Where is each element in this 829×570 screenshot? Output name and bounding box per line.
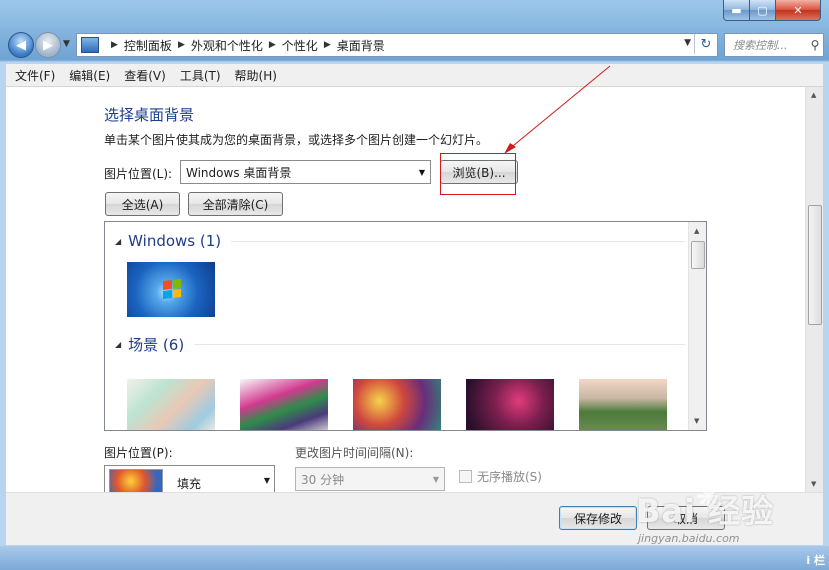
picture-position-value: 填充 [177, 477, 202, 491]
scroll-down-icon[interactable]: ▼ [811, 480, 816, 488]
close-button[interactable]: ✕ [776, 0, 821, 21]
wallpaper-thumbnail-scene-2[interactable] [240, 379, 328, 430]
group-header-scenes[interactable]: ◢ 场景 (6) [115, 334, 685, 355]
search-icon[interactable]: ⚲ [807, 38, 823, 52]
breadcrumb-separator-icon[interactable]: ▶ [111, 40, 118, 50]
scroll-up-icon[interactable]: ▲ [694, 227, 699, 235]
navigation-bar: ◀ ▶ ▼ ▶ 控制面板 ▶ 外观和个性化 ▶ 个性化 ▶ 桌面背景 ▼ ↻ 搜… [6, 30, 824, 60]
gallery-scrollbar[interactable]: ▲ ▼ [688, 222, 706, 430]
scroll-down-icon[interactable]: ▼ [694, 417, 699, 425]
group-divider [231, 240, 685, 242]
wallpaper-thumbnail-scene-5[interactable] [579, 379, 667, 430]
maximize-button[interactable]: ▢ [750, 0, 776, 21]
page-description: 单击某个图片使其成为您的桌面背景，或选择多个图片创建一个幻灯片。 [104, 133, 489, 147]
minimize-icon: ▬ [731, 3, 742, 17]
search-box[interactable]: 搜索控制... ⚲ [724, 33, 824, 57]
breadcrumb-personalization[interactable]: 个性化 [282, 37, 318, 54]
wallpaper-thumbnail-scene-1[interactable] [127, 379, 215, 430]
interval-value: 30 分钟 [301, 472, 345, 487]
annotation-highlight-box [440, 153, 516, 195]
checkbox-box[interactable] [459, 470, 472, 483]
chevron-down-icon: ▼ [418, 167, 425, 177]
breadcrumb-separator-icon[interactable]: ▶ [269, 40, 276, 50]
picture-position-label: 图片位置(P): [104, 446, 173, 460]
cancel-button[interactable]: 取消 [647, 506, 725, 530]
chevron-down-icon: ▼ [263, 476, 270, 485]
wallpaper-thumbnail-scene-4[interactable] [466, 379, 554, 430]
status-corner-text: i 栏 [806, 554, 825, 567]
menu-edit[interactable]: 编辑(E) [62, 67, 117, 84]
content-pane: 选择桌面背景 单击某个图片使其成为您的桌面背景，或选择多个图片创建一个幻灯片。 … [6, 87, 823, 494]
menu-help[interactable]: 帮助(H) [228, 67, 284, 84]
forward-arrow-icon: ▶ [43, 37, 53, 53]
picture-location-label: 图片位置(L): [104, 167, 173, 181]
interval-label: 更改图片时间间隔(N): [295, 446, 414, 460]
save-changes-button[interactable]: 保存修改 [559, 506, 637, 530]
breadcrumb-separator-icon[interactable]: ▶ [178, 40, 185, 50]
picture-location-select[interactable]: Windows 桌面背景 ▼ [180, 160, 431, 184]
menu-tools[interactable]: 工具(T) [173, 67, 228, 84]
collapse-triangle-icon[interactable]: ◢ [115, 340, 121, 349]
minimize-button[interactable]: ▬ [723, 0, 750, 21]
content-scroll-thumb[interactable] [808, 205, 822, 325]
forward-button[interactable]: ▶ [35, 32, 61, 58]
menu-bar: 文件(F) 编辑(E) 查看(V) 工具(T) 帮助(H) [6, 64, 823, 87]
chevron-down-icon: ▼ [432, 474, 439, 484]
breadcrumb-control-panel[interactable]: 控制面板 [124, 37, 172, 54]
interval-select[interactable]: 30 分钟 ▼ [295, 467, 445, 491]
control-panel-icon [81, 37, 99, 53]
address-bar[interactable]: ▶ 控制面板 ▶ 外观和个性化 ▶ 个性化 ▶ 桌面背景 ▼ ↻ [76, 33, 718, 57]
menu-file[interactable]: 文件(F) [6, 67, 62, 84]
menu-view[interactable]: 查看(V) [117, 67, 173, 84]
select-all-button[interactable]: 全选(A) [105, 192, 180, 216]
scroll-up-icon[interactable]: ▲ [811, 91, 816, 99]
footer-bar: 保存修改 取消 [6, 492, 823, 545]
collapse-triangle-icon[interactable]: ◢ [115, 237, 121, 246]
back-button[interactable]: ◀ [8, 32, 34, 58]
breadcrumb-separator-icon[interactable]: ▶ [324, 40, 331, 50]
wallpaper-thumbnail-windows7[interactable] [127, 262, 215, 317]
picture-location-value: Windows 桌面背景 [186, 165, 292, 180]
recent-pages-dropdown-icon[interactable]: ▼ [63, 39, 70, 49]
breadcrumb-desktop-background[interactable]: 桌面背景 [337, 37, 385, 54]
shuffle-label: 无序播放(S) [477, 470, 542, 484]
search-input[interactable]: 搜索控制... [733, 37, 807, 53]
picture-position-select[interactable]: 填充 ▼ [104, 465, 275, 494]
caption-buttons: ▬ ▢ ✕ [723, 0, 821, 21]
status-bar: i 栏 [0, 546, 829, 570]
shuffle-checkbox[interactable]: 无序播放(S) [459, 468, 542, 485]
refresh-button[interactable]: ↻ [694, 34, 717, 54]
maximize-icon: ▢ [757, 3, 768, 17]
gallery-scroll-thumb[interactable] [691, 241, 705, 269]
content-scrollbar[interactable]: ▲ ▼ [805, 87, 823, 492]
wallpaper-gallery: ◢ Windows (1) ◢ 场景 (6) ▲ ▼ [104, 221, 707, 431]
back-arrow-icon: ◀ [16, 37, 26, 53]
group-name: Windows (1) [128, 232, 222, 250]
close-icon: ✕ [793, 3, 803, 17]
clear-all-button[interactable]: 全部清除(C) [188, 192, 283, 216]
breadcrumb-appearance[interactable]: 外观和个性化 [191, 37, 263, 54]
windows-logo-icon [163, 279, 181, 299]
wallpaper-thumbnail-scene-3[interactable] [353, 379, 441, 430]
refresh-icon: ↻ [700, 36, 712, 52]
group-name: 场景 (6) [128, 336, 185, 354]
group-header-windows[interactable]: ◢ Windows (1) [115, 232, 685, 250]
page-title: 选择桌面背景 [104, 106, 195, 124]
address-dropdown-icon[interactable]: ▼ [684, 38, 691, 48]
group-divider [194, 344, 685, 345]
position-preview-icon [109, 469, 163, 493]
control-panel-window: ▬ ▢ ✕ ◀ ▶ ▼ ▶ 控制面板 ▶ 外观和个性化 ▶ 个性化 ▶ 桌面背景… [0, 0, 829, 570]
